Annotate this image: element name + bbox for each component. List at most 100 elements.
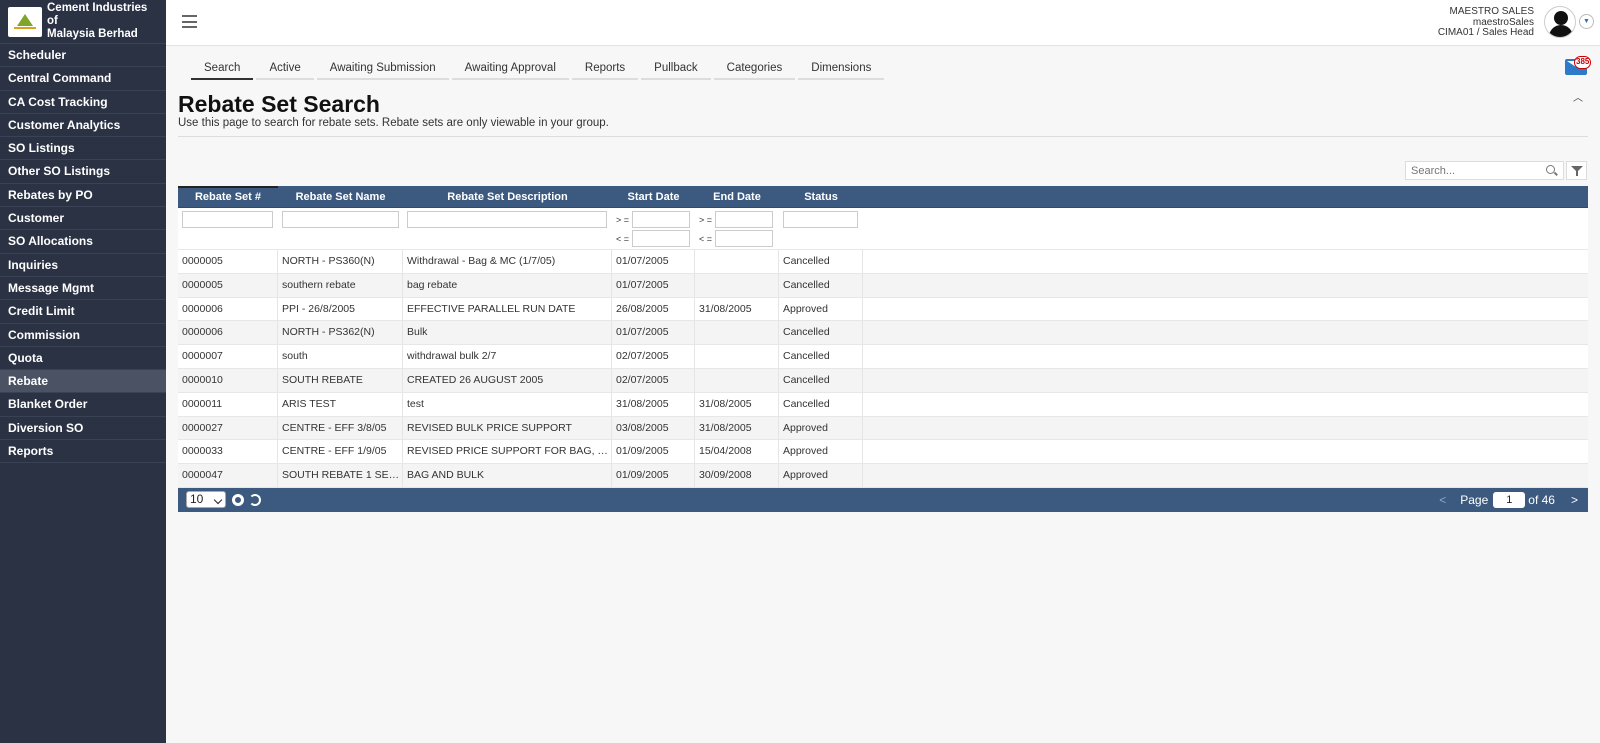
table-cell: 0000005	[178, 250, 278, 273]
table-row[interactable]: 0000010 SOUTH REBATE CREATED 26 AUGUST 200…	[178, 368, 1588, 393]
tab-awaiting-approval[interactable]: Awaiting Approval	[451, 59, 569, 80]
table-row[interactable]: 0000005 NORTH - PS360(N) Withdrawal - Bag …	[178, 250, 1588, 274]
table-row[interactable]: 0000007 south withdrawal bulk 2/7 02/07/200…	[178, 345, 1588, 369]
table-cell: Bulk	[403, 321, 612, 345]
sidebar-item-inquiries[interactable]: Inquiries	[0, 254, 166, 277]
column-header-rebate-set[interactable]: Rebate Set #	[178, 186, 278, 207]
table-cell: Cancelled	[779, 321, 863, 345]
sidebar-item-other-so-listings[interactable]: Other SO Listings	[0, 160, 166, 184]
sidebar-item-so-allocations[interactable]: SO Allocations	[0, 230, 166, 254]
sidebar-item-ca-cost-tracking[interactable]: CA Cost Tracking	[0, 91, 166, 114]
table-cell: Cancelled	[779, 368, 863, 392]
tab-reports[interactable]: Reports	[571, 59, 639, 80]
table-cell: Approved	[779, 416, 863, 440]
tab-awaiting-submission[interactable]: Awaiting Submission	[316, 59, 449, 80]
sidebar-item-central-command[interactable]: Central Command	[0, 67, 166, 91]
start-date-ge-label: > =	[616, 214, 630, 225]
table-row[interactable]: 0000006 NORTH - PS362(N) Bulk 01/07/2005 Can…	[178, 321, 1588, 346]
grid-footer: 10 < Page 1 of 46 >	[178, 487, 1588, 512]
sidebar-item-quota[interactable]: Quota	[0, 347, 166, 371]
filter-start-date-from[interactable]	[632, 211, 690, 228]
column-header-rebate-set-name[interactable]: Rebate Set Name	[278, 186, 403, 207]
sidebar-item-rebate[interactable]: Rebate	[0, 370, 166, 394]
table-cell: 0000027	[178, 416, 278, 440]
table-cell: withdrawal bulk 2/7	[403, 345, 612, 368]
tab-categories[interactable]: Categories	[713, 59, 796, 80]
table-cell: 0000006	[178, 297, 278, 321]
tab-active[interactable]: Active	[256, 59, 314, 80]
table-cell: 01/07/2005	[612, 273, 695, 297]
user-name: MAESTRO SALES	[1449, 6, 1534, 17]
column-header-end-date[interactable]: End Date	[695, 186, 779, 207]
table-cell: Approved	[779, 464, 863, 487]
table-cell: test	[403, 392, 612, 416]
table-cell	[695, 345, 779, 368]
avatar[interactable]	[1544, 6, 1576, 38]
next-page-button[interactable]: >	[1571, 493, 1578, 507]
search-icon[interactable]	[1546, 165, 1555, 174]
filter-end-date-from[interactable]	[715, 211, 773, 228]
company-logo	[8, 6, 42, 37]
table-cell: 02/07/2005	[612, 345, 695, 368]
page-number-input[interactable]: 1	[1493, 491, 1526, 508]
sidebar-item-rebates-by-po[interactable]: Rebates by PO	[0, 184, 166, 208]
table-cell: Cancelled	[779, 273, 863, 297]
gear-icon[interactable]	[232, 493, 244, 506]
search-input[interactable]	[1405, 161, 1564, 180]
column-header-rebate-set-description[interactable]: Rebate Set Description	[403, 186, 612, 207]
filter-rebate-set-name[interactable]	[282, 211, 399, 228]
filter-end-date-to[interactable]	[715, 230, 773, 247]
hamburger-menu-icon[interactable]	[182, 15, 197, 28]
sidebar-item-blanket-order[interactable]: Blanket Order	[0, 393, 166, 417]
table-cell: 31/08/2005	[612, 392, 695, 416]
filter-icon[interactable]	[1566, 161, 1587, 180]
user-menu-chevron-icon[interactable]: ▼	[1579, 14, 1594, 29]
tab-pullback[interactable]: Pullback	[641, 59, 711, 80]
table-row[interactable]: 0000006 PPI - 26/8/2005 EFFECTIVE PARALLEL…	[178, 297, 1588, 322]
sidebar-item-credit-limit[interactable]: Credit Limit	[0, 300, 166, 324]
page-label: Page	[1460, 492, 1489, 507]
top-header: MAESTRO SALES maestroSales CIMA01 / Sale…	[166, 0, 1600, 46]
sidebar-item-diversion-so[interactable]: Diversion SO	[0, 417, 166, 441]
rebate-set-grid: Rebate Set # Rebate Set Name Rebate Set De…	[178, 186, 1588, 512]
table-cell: 01/07/2005	[612, 321, 695, 345]
sidebar-item-scheduler[interactable]: Scheduler	[0, 44, 166, 68]
table-row[interactable]: 0000005 southern rebate bag rebate 01/07/20…	[178, 273, 1588, 298]
refresh-icon[interactable]	[249, 493, 261, 506]
table-cell: 0000047	[178, 464, 278, 487]
filter-rebate-set-number[interactable]	[182, 211, 273, 228]
sidebar-item-reports[interactable]: Reports	[0, 440, 166, 464]
filter-status[interactable]	[783, 211, 858, 228]
tab-search[interactable]: Search	[191, 59, 254, 80]
filter-rebate-set-description[interactable]	[407, 211, 607, 228]
table-cell: Approved	[779, 440, 863, 464]
table-cell	[695, 368, 779, 392]
table-cell: bag rebate	[403, 273, 612, 297]
table-cell: 0000010	[178, 368, 278, 392]
table-cell: 01/07/2005	[612, 250, 695, 273]
sidebar-item-customer-analytics[interactable]: Customer Analytics	[0, 114, 166, 138]
column-header-start-date[interactable]: Start Date	[612, 186, 695, 207]
sidebar-item-message-mgmt[interactable]: Message Mgmt	[0, 277, 166, 301]
table-cell: SOUTH REBATE 1 SEPTEMBER	[278, 464, 403, 487]
column-header-status[interactable]: Status	[779, 186, 863, 207]
tab-dimensions[interactable]: Dimensions	[798, 59, 885, 80]
sidebar-item-commission[interactable]: Commission	[0, 324, 166, 347]
collapse-chevron-icon[interactable]: ︿	[1573, 89, 1583, 104]
table-row[interactable]: 0000011 ARIS TEST test 31/08/2005 31/08/2005…	[178, 392, 1588, 417]
grid-body: 0000005 NORTH - PS360(N) Withdrawal - Bag …	[178, 250, 1588, 488]
filter-start-date-to[interactable]	[632, 230, 690, 247]
grid-filter-row: > = < = > = < =	[178, 208, 1588, 250]
table-row[interactable]: 0000027 CENTRE - EFF 3/8/05 REVISED BULK P…	[178, 416, 1588, 441]
table-row[interactable]: 0000033 CENTRE - EFF 1/9/05 REVISED PRICE …	[178, 440, 1588, 465]
brand[interactable]: Cement Industries of Malaysia Berhad	[0, 0, 166, 44]
prev-page-button[interactable]: <	[1439, 493, 1446, 507]
table-row[interactable]: 0000047SOUTH REBATE 1 SEPTEMBERBAG AND B…	[178, 464, 1588, 488]
sidebar-item-so-listings[interactable]: SO Listings	[0, 137, 166, 161]
page-size-select[interactable]: 10	[186, 491, 226, 509]
table-cell: 02/07/2005	[612, 368, 695, 392]
table-cell: Cancelled	[779, 250, 863, 273]
table-cell	[695, 321, 779, 345]
sidebar-item-customer[interactable]: Customer	[0, 207, 166, 231]
tab-bar: Search Active Awaiting Submission Awaiting …	[191, 59, 887, 80]
